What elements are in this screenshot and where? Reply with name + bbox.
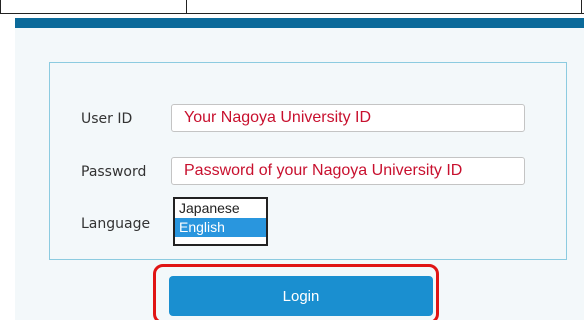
login-button[interactable]: Login <box>169 276 433 316</box>
table-divider-right <box>581 0 582 14</box>
top-table-strip <box>0 0 584 14</box>
user-id-input[interactable] <box>171 104 525 132</box>
language-dropdown-list[interactable]: Japanese English <box>173 197 268 246</box>
language-label: Language <box>81 216 151 232</box>
login-form: User ID Password Language Japanese Engli… <box>49 62 567 260</box>
page: User ID Password Language Japanese Engli… <box>0 0 584 320</box>
table-divider <box>186 0 187 14</box>
header-bar <box>15 18 584 28</box>
language-option-japanese[interactable]: Japanese <box>175 199 266 218</box>
password-input[interactable] <box>171 157 525 185</box>
language-option-english[interactable]: English <box>175 218 266 237</box>
login-panel: User ID Password Language Japanese Engli… <box>15 18 584 320</box>
password-label: Password <box>81 164 147 180</box>
user-id-label: User ID <box>81 111 133 127</box>
